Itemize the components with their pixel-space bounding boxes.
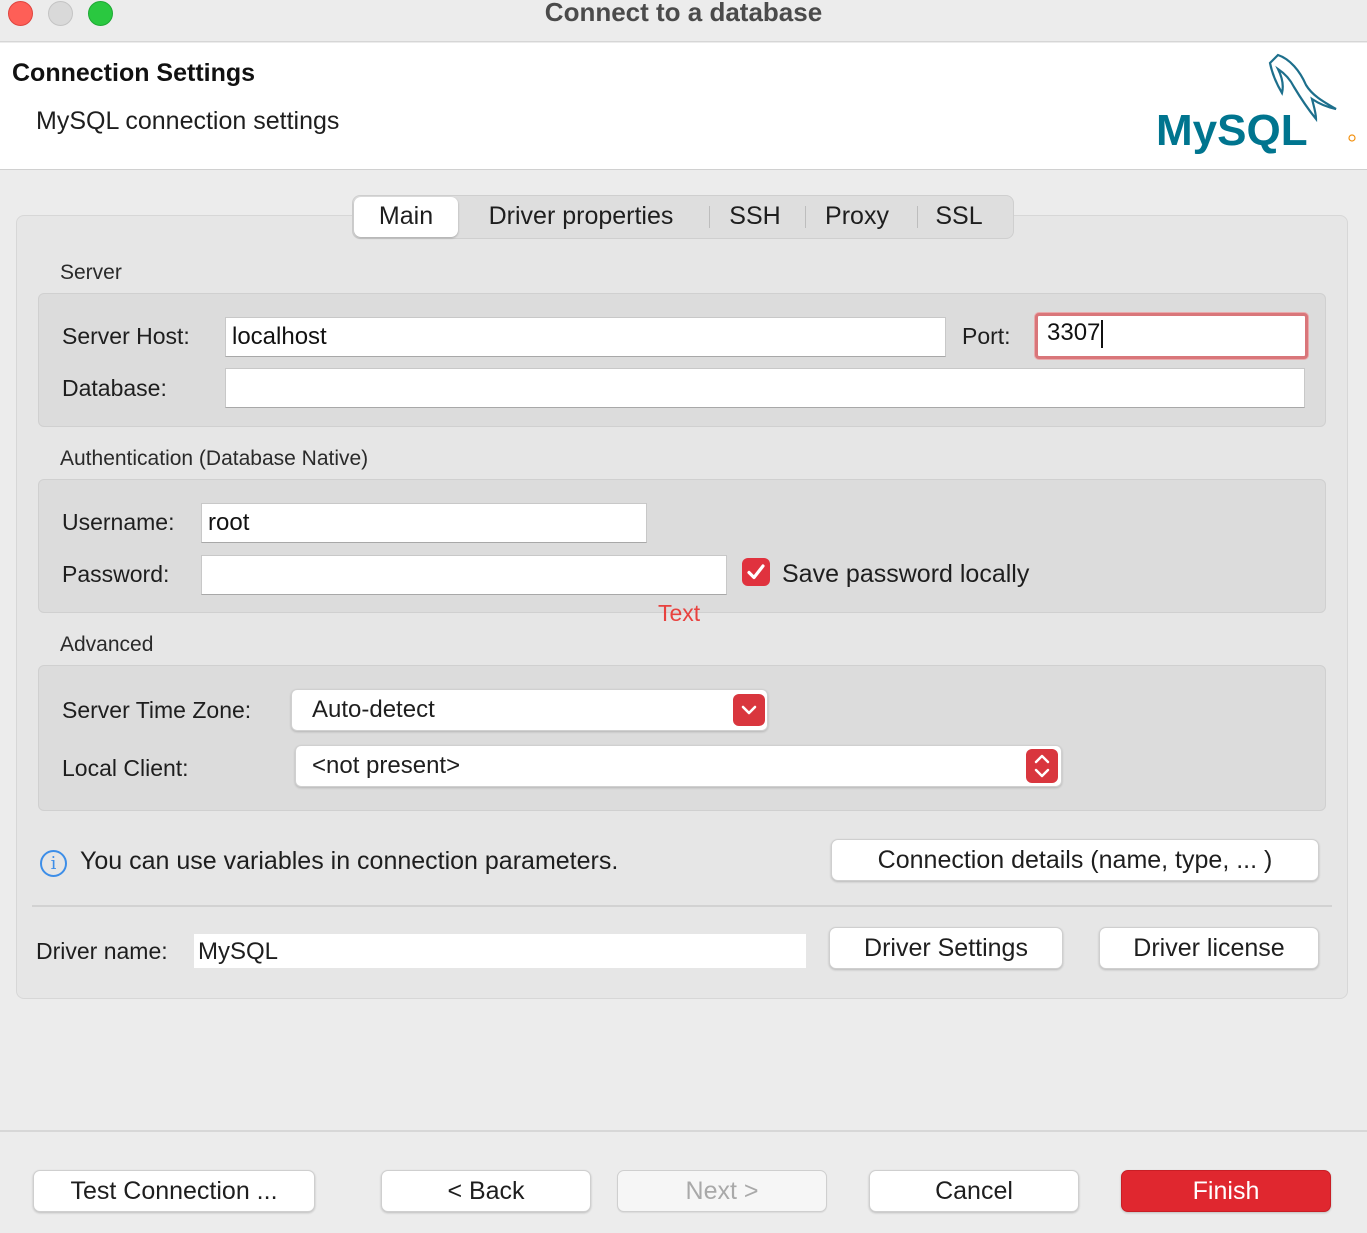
driver-license-button[interactable]: Driver license (1099, 927, 1319, 969)
cancel-button[interactable]: Cancel (869, 1170, 1079, 1212)
tab-ssl[interactable]: SSL (923, 196, 995, 238)
server-time-zone-label: Server Time Zone: (62, 697, 252, 723)
wizard-header: Connection Settings MySQL connection set… (0, 43, 1367, 170)
server-host-input[interactable]: localhost (225, 317, 946, 357)
tab-divider (805, 206, 806, 228)
window-title: Connect to a database (544, 0, 823, 27)
checkmark-icon (747, 564, 765, 580)
server-time-zone-select[interactable]: Auto-detect (291, 689, 768, 731)
local-client-value: <not present> (312, 752, 461, 779)
mysql-logo: MySQL (1156, 53, 1356, 155)
tab-divider (917, 206, 918, 228)
database-label: Database: (62, 375, 167, 401)
server-host-label: Server Host: (62, 323, 190, 349)
mysql-logo-text: MySQL (1156, 106, 1308, 155)
driver-name-field: MySQL (194, 934, 806, 968)
username-label: Username: (62, 509, 175, 535)
tab-ssh[interactable]: SSH (715, 196, 795, 238)
footer-divider (0, 1130, 1367, 1132)
finish-button[interactable]: Finish (1121, 1170, 1331, 1212)
tab-divider (709, 206, 710, 228)
title-bar: Connect to a database (0, 0, 1367, 42)
local-client-label: Local Client: (62, 755, 189, 781)
port-value: 3307 (1047, 319, 1101, 346)
variables-info-text: You can use variables in connection para… (80, 847, 619, 875)
database-input[interactable] (225, 368, 1305, 408)
back-button[interactable]: < Back (381, 1170, 591, 1212)
chevron-down-icon[interactable] (733, 694, 765, 726)
tab-main[interactable]: Main (354, 197, 458, 237)
tab-bar: Main Driver properties SSH Proxy SSL (352, 195, 1014, 239)
next-button[interactable]: Next > (617, 1170, 827, 1212)
password-label: Password: (62, 561, 170, 587)
port-input[interactable]: 3307 (1035, 313, 1308, 359)
port-label: Port: (962, 323, 1011, 349)
tab-driver-properties[interactable]: Driver properties (465, 196, 697, 238)
server-section-label: Server (60, 261, 122, 284)
save-password-checkbox[interactable] (742, 558, 770, 586)
page-title: Connection Settings (12, 59, 256, 87)
registered-mark-icon (1348, 134, 1356, 142)
save-password-label[interactable]: Save password locally (782, 560, 1029, 589)
divider (32, 905, 1332, 907)
advanced-group (38, 665, 1326, 811)
test-connection-button[interactable]: Test Connection ... (33, 1170, 315, 1212)
username-input[interactable]: root (201, 503, 647, 543)
advanced-section-label: Advanced (60, 633, 154, 656)
chevron-up-down-icon[interactable] (1026, 749, 1058, 783)
info-icon: i (40, 850, 67, 877)
page-subtitle: MySQL connection settings (36, 107, 340, 135)
driver-name-label: Driver name: (36, 938, 168, 964)
server-time-zone-value: Auto-detect (312, 696, 435, 723)
connection-details-button[interactable]: Connection details (name, type, ... ) (831, 839, 1319, 881)
password-input[interactable] (201, 555, 727, 595)
auth-section-label: Authentication (Database Native) (60, 447, 369, 470)
tab-proxy[interactable]: Proxy (811, 196, 903, 238)
text-caret (1101, 319, 1104, 348)
driver-settings-button[interactable]: Driver Settings (829, 927, 1063, 969)
password-hint-text: Text (658, 600, 701, 626)
local-client-select[interactable]: <not present> (295, 745, 1062, 787)
